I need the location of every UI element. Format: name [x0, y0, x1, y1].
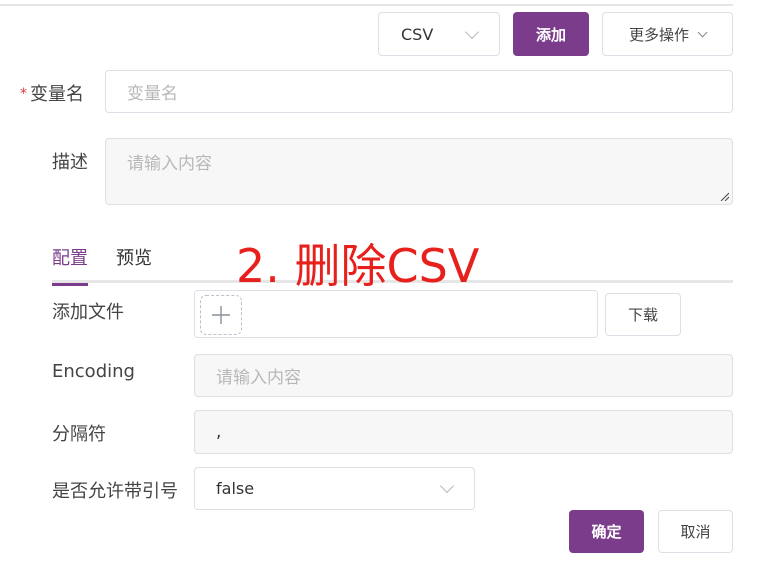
resize-handle-icon[interactable] [719, 191, 729, 201]
desc-textarea[interactable]: 请输入内容 [105, 138, 733, 205]
var-name-label-text: 变量名 [30, 84, 84, 105]
confirm-button[interactable]: 确定 [569, 510, 644, 553]
type-select-value: CSV [401, 24, 434, 44]
desc-label: 描述 [52, 152, 88, 173]
tab-preview[interactable]: 预览 [116, 244, 152, 280]
download-button[interactable]: 下载 [605, 293, 681, 336]
cancel-button[interactable]: 取消 [658, 510, 733, 553]
chevron-down-icon [439, 478, 455, 494]
top-divider [0, 4, 733, 6]
encoding-placeholder: 请输入内容 [216, 368, 301, 388]
chevron-down-icon [464, 24, 480, 39]
more-actions-button[interactable]: 更多操作 [602, 12, 733, 56]
upload-add-button[interactable] [200, 295, 242, 335]
config-tabs: 配置 预览 [52, 244, 152, 286]
more-actions-label: 更多操作 [628, 25, 689, 44]
quote-label: 是否允许带引号 [52, 481, 178, 502]
annotation-text: 2. 删除CSV [236, 239, 480, 293]
required-mark: * [20, 86, 27, 102]
var-name-placeholder: 变量名 [127, 84, 178, 104]
separator-label: 分隔符 [52, 424, 106, 445]
separator-value: , [216, 422, 222, 442]
plus-icon [212, 306, 230, 324]
quote-select-value: false [216, 479, 255, 498]
encoding-label: Encoding [52, 361, 135, 382]
desc-placeholder: 请输入内容 [127, 154, 212, 174]
encoding-input[interactable]: 请输入内容 [194, 354, 733, 397]
var-name-label: * 变量名 [20, 80, 84, 106]
chevron-down-icon [697, 27, 708, 37]
type-select[interactable]: CSV [378, 12, 500, 56]
separator-input[interactable]: , [194, 410, 733, 454]
file-upload-area [194, 290, 598, 338]
quote-select[interactable]: false [194, 467, 475, 510]
add-file-label: 添加文件 [52, 302, 124, 323]
var-name-input[interactable]: 变量名 [105, 70, 733, 113]
tab-config[interactable]: 配置 [52, 244, 88, 286]
add-button[interactable]: 添加 [513, 12, 589, 56]
